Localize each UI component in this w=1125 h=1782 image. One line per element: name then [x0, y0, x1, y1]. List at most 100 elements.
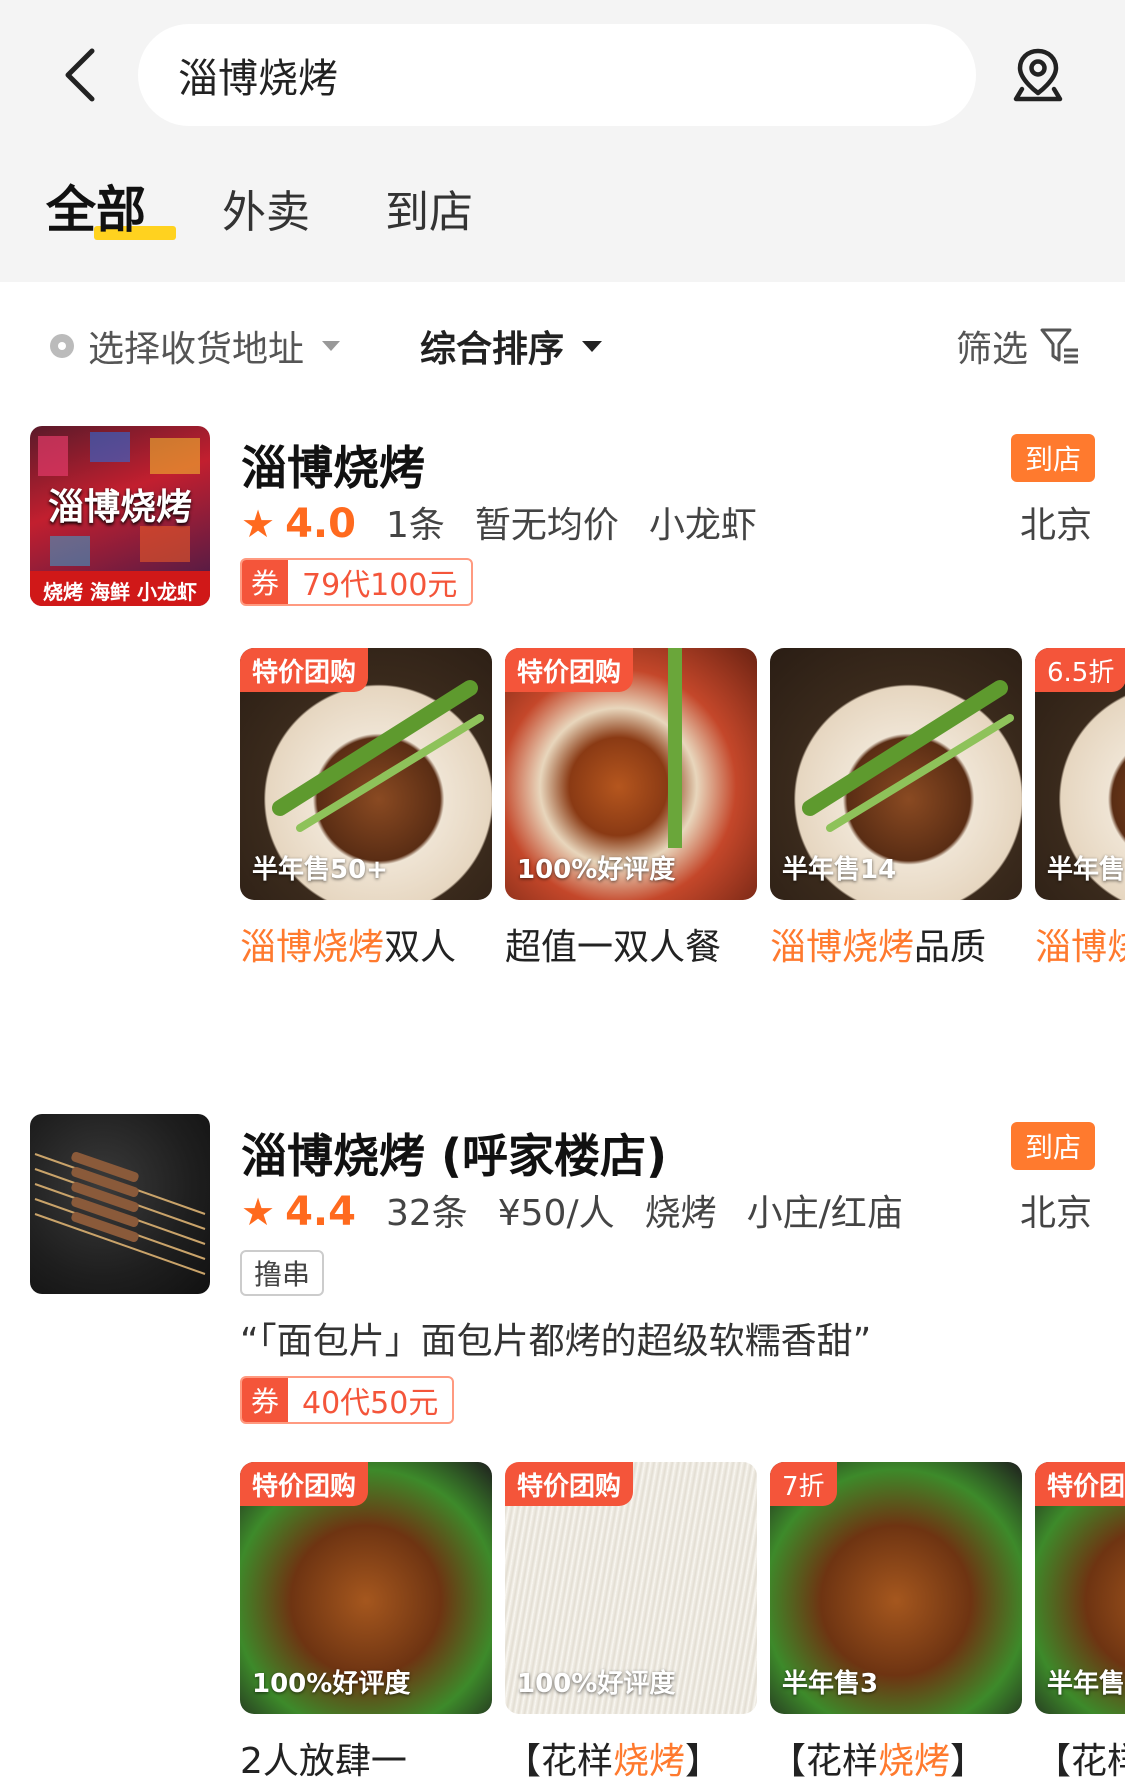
address-selector[interactable]: 选择收货地址 — [50, 320, 341, 372]
shop-rating: 4.4 — [285, 1189, 356, 1235]
deal-card[interactable]: 特价团购 100%好评度 2人放肆一 — [240, 1462, 492, 1780]
deal-sales: 半年售 — [1047, 855, 1125, 885]
header: 淄博烧烤 全部 外卖 到店 — [0, 0, 1125, 282]
shop-city: 北京 — [1020, 505, 1093, 546]
coupon-text: 40代50元 — [302, 1386, 439, 1421]
tab-label: 到店 — [385, 187, 473, 238]
shop-meta: ★ 4.4 32条 ¥50/人 烧烤 小庄/红庙 — [241, 1184, 933, 1236]
deal-title: 淄博烧 — [1035, 927, 1125, 966]
shop-card[interactable]: 淄博烧烤 (呼家楼店) 到店 北京 ★ 4.4 32条 ¥50/人 烧烤 小庄/… — [0, 1100, 1125, 1782]
coupon-mark: 券 — [242, 1378, 288, 1422]
in-store-badge: 到店 — [1011, 434, 1095, 482]
shop-rating: 4.0 — [285, 501, 356, 547]
back-button[interactable] — [50, 40, 110, 110]
shop-area: 小庄/红庙 — [746, 1193, 903, 1234]
deal-badge: 特价团购 — [240, 648, 369, 692]
deal-title: 2人放肆一 — [240, 1741, 407, 1780]
skewer-image — [34, 1151, 206, 1275]
tab-delivery[interactable]: 外卖 — [222, 176, 310, 240]
deal-sales: 半年售50+ — [252, 855, 388, 885]
thumbnail-subtitle: 烧烤 海鲜 小龙虾 — [43, 580, 197, 604]
filter-button[interactable]: 筛选 — [956, 320, 1082, 372]
deal-title: 【花样 — [1035, 1741, 1125, 1780]
deal-sales: 100%好评度 — [252, 1669, 411, 1699]
star-icon: ★ — [241, 1190, 276, 1234]
deal-sales: 半年售 — [1047, 1669, 1125, 1699]
search-query: 淄博烧烤 — [178, 56, 338, 102]
shop-thumbnail[interactable]: 淄博烧烤 烧烤 海鲜 小龙虾 — [30, 426, 210, 606]
map-location-button[interactable] — [1003, 40, 1073, 110]
tab-all[interactable]: 全部 — [46, 170, 176, 242]
deal-image: 7折 半年售3 — [770, 1462, 1022, 1714]
coupon-text: 79代100元 — [302, 568, 458, 603]
deal-image: 特价团 半年售 — [1035, 1462, 1125, 1714]
deal-badge: 特价团 — [1035, 1462, 1125, 1506]
deal-card[interactable]: 特价团购 100%好评度 【花样烧烤】 — [505, 1462, 757, 1780]
caret-down-icon — [322, 341, 341, 351]
avg-price: 暂无均价 — [474, 505, 619, 546]
deal-image: 特价团购 100%好评度 — [505, 1462, 757, 1714]
deal-title: 超值一双人餐 — [505, 927, 722, 966]
deal-card[interactable]: 7折 半年售3 【花样烧烤】 — [770, 1462, 1022, 1780]
avg-price: ¥50/人 — [497, 1193, 615, 1234]
shop-meta: ★ 4.0 1条 暂无均价 小龙虾 — [241, 496, 787, 548]
search-input[interactable]: 淄博烧烤 — [138, 24, 976, 126]
coupon-tag[interactable]: 券 40代50元 — [240, 1376, 455, 1424]
tab-label: 外卖 — [222, 187, 310, 238]
deal-badge: 特价团购 — [240, 1462, 369, 1506]
deal-sales: 100%好评度 — [517, 1669, 676, 1699]
shop-category: 烧烤 — [644, 1193, 717, 1234]
deal-carousel[interactable]: 特价团购 100%好评度 2人放肆一 特价团购 100%好评度 【花样烧烤】 7… — [240, 1462, 1125, 1782]
tab-in-store[interactable]: 到店 — [385, 176, 473, 240]
deal-image: 特价团购 100%好评度 — [240, 1462, 492, 1714]
deal-image: 特价团购 半年售50+ — [240, 648, 492, 900]
shop-card[interactable]: 淄博烧烤 烧烤 海鲜 小龙虾 淄博烧烤 到店 北京 ★ 4.0 1条 暂无均价 … — [0, 412, 1125, 972]
deal-card[interactable]: 特价团购 半年售50+ 淄博烧烤双人 — [240, 648, 492, 966]
caret-down-icon — [582, 340, 603, 352]
tab-label: 全部 — [46, 181, 146, 239]
deal-title: 【花样烧烤】 — [505, 1741, 722, 1780]
deal-sales: 100%好评度 — [517, 855, 676, 885]
sort-label: 综合排序 — [420, 329, 565, 370]
deal-image: 6.5折 半年售 — [1035, 648, 1125, 900]
shop-city: 北京 — [1020, 1193, 1093, 1234]
deal-sales: 半年售3 — [782, 1669, 879, 1699]
deal-card[interactable]: 特价团 半年售 【花样 — [1035, 1462, 1125, 1780]
shop-name[interactable]: 淄博烧烤 — [241, 432, 425, 498]
filter-bar: 选择收货地址 综合排序 筛选 — [0, 282, 1125, 412]
tab-bar: 全部 外卖 到店 — [0, 170, 1125, 260]
discount-badge: 7折 — [770, 1462, 837, 1506]
map-pin-icon — [1013, 48, 1063, 102]
review-count: 32条 — [385, 1193, 468, 1234]
deal-card[interactable]: 半年售14 淄博烧烤品质 — [770, 648, 1022, 966]
in-store-badge: 到店 — [1011, 1122, 1095, 1170]
deal-card[interactable]: 特价团购 100%好评度 超值一双人餐 — [505, 648, 757, 966]
chevron-left-icon — [65, 48, 95, 102]
review-snippet: “「面包片」面包片都烤的超级软糯香甜” — [240, 1321, 872, 1362]
discount-badge: 6.5折 — [1035, 648, 1125, 692]
deal-title: 淄博烧烤品质 — [770, 927, 987, 966]
deal-badge: 特价团购 — [505, 1462, 634, 1506]
deal-carousel[interactable]: 特价团购 半年售50+ 淄博烧烤双人 特价团购 100%好评度 超值一双人餐 半… — [240, 648, 1125, 988]
deal-card[interactable]: 6.5折 半年售 淄博烧 — [1035, 648, 1125, 966]
location-dot-icon — [50, 334, 74, 358]
shop-thumbnail[interactable] — [30, 1114, 210, 1294]
deal-title: 淄博烧烤双人 — [240, 927, 457, 966]
deal-sales: 半年售14 — [782, 855, 897, 885]
review-count: 1条 — [385, 505, 445, 546]
deal-image: 半年售14 — [770, 648, 1022, 900]
deal-title: 【花样烧烤】 — [770, 1741, 987, 1780]
sort-selector[interactable]: 综合排序 — [420, 320, 603, 372]
filter-label: 筛选 — [956, 329, 1029, 370]
coupon-mark: 券 — [242, 560, 288, 604]
star-icon: ★ — [241, 502, 276, 546]
shop-category: 小龙虾 — [648, 505, 757, 546]
shop-name[interactable]: 淄博烧烤 (呼家楼店) — [241, 1120, 667, 1186]
funnel-icon — [1040, 328, 1079, 364]
deal-badge: 特价团购 — [505, 648, 634, 692]
deal-image: 特价团购 100%好评度 — [505, 648, 757, 900]
thumbnail-title: 淄博烧烤 — [47, 487, 192, 528]
shop-tag: 撸串 — [240, 1250, 325, 1296]
coupon-tag[interactable]: 券 79代100元 — [240, 558, 474, 606]
address-label: 选择收货地址 — [88, 329, 305, 370]
